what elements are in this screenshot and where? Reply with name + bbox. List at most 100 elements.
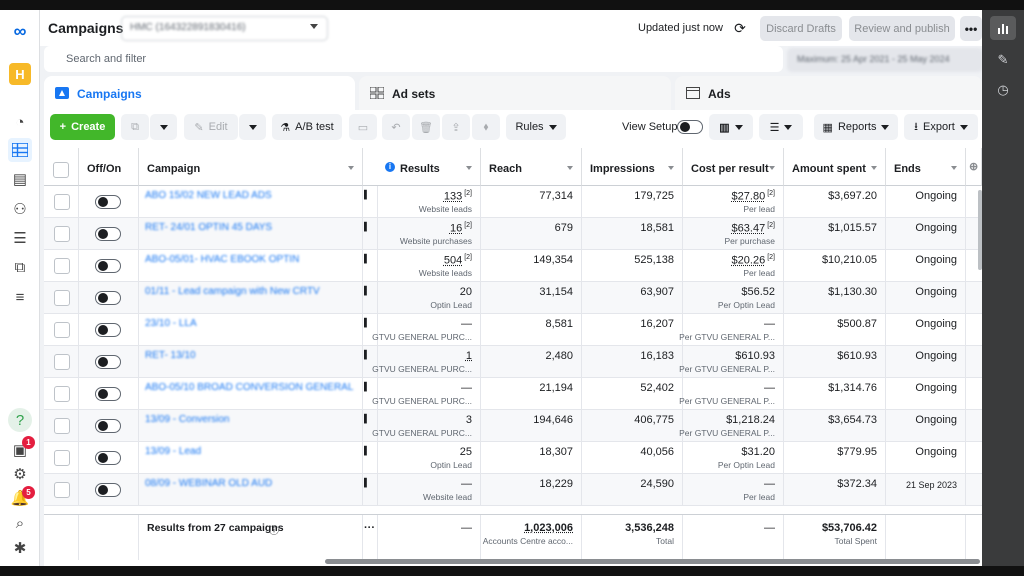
table-cell: 18,581 bbox=[582, 218, 683, 250]
delete-icon[interactable]: 🗑 bbox=[412, 114, 440, 140]
header-off-on[interactable]: Off/On bbox=[79, 148, 139, 186]
business-avatar-icon[interactable]: H bbox=[9, 63, 31, 85]
meta-logo-icon[interactable]: ∞ bbox=[8, 22, 32, 40]
row-ellipsis[interactable]: ▌ bbox=[364, 254, 370, 263]
tag-icon[interactable]: ⬧ bbox=[472, 114, 500, 140]
export-button[interactable]: ⭳ Export bbox=[904, 114, 978, 140]
row-ellipsis[interactable]: ▌ bbox=[364, 318, 370, 327]
row-ellipsis[interactable]: ▌ bbox=[364, 286, 370, 295]
campaign-toggle[interactable] bbox=[95, 419, 121, 433]
tab-ads[interactable]: Ads bbox=[675, 76, 982, 110]
row-ellipsis[interactable]: ▌ bbox=[364, 414, 370, 423]
campaign-toggle[interactable] bbox=[95, 323, 121, 337]
cpr-footnote: [2] bbox=[767, 222, 775, 229]
impressions-value: 18,581 bbox=[640, 222, 674, 234]
account-selector[interactable]: HMC (164322891830416) bbox=[121, 16, 328, 41]
bug-report-icon[interactable]: ✱ bbox=[8, 536, 32, 560]
campaigns-table-icon[interactable] bbox=[8, 138, 32, 162]
row-ellipsis[interactable]: ▌ bbox=[364, 190, 370, 199]
edit-button[interactable]: ✎ Edit bbox=[184, 114, 238, 140]
impressions-value: 52,402 bbox=[640, 382, 674, 394]
search-icon[interactable]: ⌕ bbox=[8, 511, 32, 535]
campaign-name-link[interactable]: ABO-05/10 BROAD CONVERSION GENERAL bbox=[145, 382, 353, 393]
review-publish-button[interactable]: Review and publish bbox=[849, 16, 955, 41]
duplicate-icon[interactable]: ⧉ bbox=[121, 114, 149, 140]
row-checkbox[interactable] bbox=[54, 386, 70, 402]
row-ellipsis[interactable]: ▌ bbox=[364, 222, 370, 231]
all-tools-icon[interactable]: ≡ bbox=[8, 285, 32, 309]
row-checkbox[interactable] bbox=[54, 194, 70, 210]
bar-chart-icon[interactable] bbox=[990, 16, 1016, 40]
catalog-icon[interactable]: ⧉ bbox=[8, 255, 32, 279]
ab-test-button[interactable]: ⚗ A/B test bbox=[272, 114, 342, 140]
row-ellipsis[interactable]: ▌ bbox=[364, 446, 370, 455]
campaign-toggle[interactable] bbox=[95, 195, 121, 209]
campaign-name-link[interactable]: 01/11 - Lead campaign with New CRTV bbox=[145, 286, 320, 297]
row-checkbox[interactable] bbox=[54, 450, 70, 466]
search-input[interactable]: Search and filter bbox=[44, 46, 783, 72]
campaign-name-link[interactable]: 13/09 - Lead bbox=[145, 446, 201, 457]
campaign-toggle[interactable] bbox=[95, 387, 121, 401]
row-checkbox[interactable] bbox=[54, 418, 70, 434]
help-icon[interactable]: ? bbox=[8, 408, 32, 432]
row-checkbox[interactable] bbox=[54, 322, 70, 338]
horizontal-scrollbar[interactable] bbox=[325, 559, 980, 564]
reach-value: 149,354 bbox=[533, 254, 573, 266]
billing-icon[interactable]: ☰ bbox=[8, 226, 32, 250]
header-amount-spent[interactable]: Amount spent bbox=[784, 148, 886, 186]
pencil-icon[interactable]: ✎ bbox=[990, 48, 1016, 72]
campaign-name-link[interactable]: ABO 15/02 NEW LEAD ADS bbox=[145, 190, 272, 201]
campaign-name-link[interactable]: RET- 13/10 bbox=[145, 350, 196, 361]
campaign-name-link[interactable]: RET- 24/01 OPTIN 45 DAYS bbox=[145, 222, 272, 233]
row-checkbox[interactable] bbox=[54, 482, 70, 498]
campaign-toggle[interactable] bbox=[95, 259, 121, 273]
campaign-toggle[interactable] bbox=[95, 291, 121, 305]
view-setup-toggle[interactable] bbox=[677, 120, 703, 134]
date-range-picker[interactable]: Maximum: 25 Apr 2021 - 25 May 2024 bbox=[787, 48, 982, 72]
campaign-toggle[interactable] bbox=[95, 355, 121, 369]
more-options-icon[interactable]: ••• bbox=[960, 16, 982, 41]
row-checkbox[interactable] bbox=[54, 226, 70, 242]
header-cost-per-result[interactable]: Cost per result bbox=[683, 148, 784, 186]
row-ellipsis[interactable]: ▌ bbox=[364, 382, 370, 391]
header-results[interactable]: i Results bbox=[378, 148, 481, 186]
row-checkbox[interactable] bbox=[54, 290, 70, 306]
rules-button[interactable]: Rules bbox=[506, 114, 566, 140]
header-campaign[interactable]: Campaign bbox=[139, 148, 363, 186]
edit-dropdown[interactable] bbox=[239, 114, 266, 140]
discard-drafts-button[interactable]: Discard Drafts bbox=[760, 16, 842, 41]
columns-button[interactable]: ▥ bbox=[709, 114, 753, 140]
clipboard-icon[interactable]: ▭ bbox=[349, 114, 377, 140]
header-reach[interactable]: Reach bbox=[481, 148, 582, 186]
row-checkbox[interactable] bbox=[54, 354, 70, 370]
table-cell: 24,590 bbox=[582, 474, 683, 506]
reports-button[interactable]: ▦ Reports bbox=[814, 114, 898, 140]
add-column-icon[interactable]: ⊕ bbox=[966, 148, 982, 186]
tab-ad-sets[interactable]: Ad sets bbox=[359, 76, 671, 110]
tab-campaigns[interactable]: Campaigns bbox=[44, 76, 355, 110]
campaign-name-link[interactable]: 13/09 - Conversion bbox=[145, 414, 230, 425]
reports-icon[interactable]: ▤ bbox=[8, 167, 32, 191]
header-impressions[interactable]: Impressions bbox=[582, 148, 683, 186]
settings-gear-icon[interactable]: ⚙ bbox=[8, 462, 32, 486]
row-ellipsis[interactable]: ▌ bbox=[364, 350, 370, 359]
campaign-name-link[interactable]: 23/10 - LLA bbox=[145, 318, 197, 329]
campaign-toggle[interactable] bbox=[95, 227, 121, 241]
duplicate-dropdown[interactable] bbox=[150, 114, 177, 140]
campaign-toggle[interactable] bbox=[95, 451, 121, 465]
history-clock-icon[interactable]: ◷ bbox=[990, 78, 1016, 102]
preview-icon[interactable]: ⇪ bbox=[442, 114, 470, 140]
audiences-icon[interactable]: ⚇ bbox=[8, 197, 32, 221]
campaign-name-link[interactable]: ABO-05/01- HVAC EBOOK OPTIN bbox=[145, 254, 299, 265]
select-all-checkbox[interactable] bbox=[53, 162, 69, 178]
undo-icon[interactable]: ↶ bbox=[382, 114, 410, 140]
breakdown-button[interactable]: ☰ bbox=[759, 114, 803, 140]
create-button[interactable]: + Create bbox=[50, 114, 115, 140]
dashboard-icon[interactable]: ◔ bbox=[8, 110, 32, 134]
refresh-icon[interactable]: ⟳ bbox=[729, 17, 751, 39]
campaign-name-link[interactable]: 08/09 - WEBINAR OLD AUD bbox=[145, 478, 272, 489]
campaign-toggle[interactable] bbox=[95, 483, 121, 497]
row-checkbox[interactable] bbox=[54, 258, 70, 274]
header-ends[interactable]: Ends bbox=[886, 148, 966, 186]
row-ellipsis[interactable]: ▌ bbox=[364, 478, 370, 487]
